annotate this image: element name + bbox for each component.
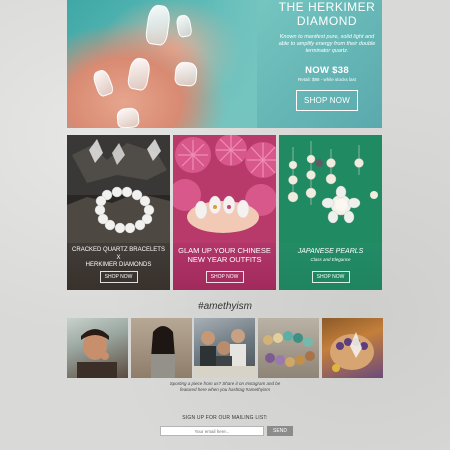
instagram-photo[interactable] bbox=[67, 318, 128, 378]
card-title-line1: GLAM UP YOUR CHINESE bbox=[178, 246, 271, 255]
hero-title-line1: THE HERKIMER bbox=[278, 0, 376, 14]
card-shop-now-button[interactable]: SHOP NOW bbox=[205, 271, 244, 283]
card-subtitle: Class and Elegance bbox=[310, 257, 351, 262]
hero-photo-hand-with-crystals bbox=[67, 0, 257, 128]
card-title-line3: HERKIMER DIAMONDS bbox=[85, 262, 152, 268]
newsletter-email-input[interactable] bbox=[160, 426, 264, 436]
promo-card-cracked-quartz[interactable]: CRACKED QUARTZ BRACELETS x HERKIMER DIAM… bbox=[67, 135, 170, 290]
hero-banner[interactable]: THE HERKIMER DIAMOND Known to manifest p… bbox=[67, 0, 382, 128]
newsletter-label: SIGN UP FOR OUR MAILING LIST: bbox=[182, 415, 268, 421]
hashtag-heading: #amethyism bbox=[198, 301, 252, 312]
card-title-line2: NEW YEAR OUTFITS bbox=[187, 255, 262, 264]
newsletter-send-button[interactable]: SEND bbox=[267, 426, 293, 436]
card-image-bracelet bbox=[67, 135, 170, 243]
card-title-line1: CRACKED QUARTZ BRACELETS bbox=[72, 247, 165, 253]
instagram-photo[interactable] bbox=[194, 318, 255, 378]
card-title: CRACKED QUARTZ BRACELETS x HERKIMER DIAM… bbox=[67, 247, 170, 270]
card-shop-now-button[interactable]: SHOP NOW bbox=[99, 271, 138, 283]
card-image-flowers-and-nails bbox=[173, 135, 276, 243]
instagram-gallery bbox=[67, 318, 383, 378]
hero-title-line2: DIAMOND bbox=[296, 14, 358, 28]
promo-card-chinese-new-year[interactable]: GLAM UP YOUR CHINESE NEW YEAR OUTFITS SH… bbox=[173, 135, 276, 290]
instagram-photo[interactable] bbox=[258, 318, 319, 378]
hero-description: Known to manifest pure, solid light and … bbox=[278, 34, 376, 54]
promo-card-japanese-pearls[interactable]: JAPANESE PEARLS Class and Elegance SHOP … bbox=[279, 135, 382, 290]
instagram-caption-line2: featured here when you hashtag #amethyis… bbox=[179, 387, 271, 392]
hero-shop-now-button[interactable]: SHOP NOW bbox=[296, 90, 358, 111]
card-image-pearl-earrings bbox=[279, 135, 382, 243]
instagram-photo[interactable] bbox=[131, 318, 192, 378]
hero-text-block: THE HERKIMER DIAMOND Known to manifest p… bbox=[272, 0, 382, 128]
card-title: GLAM UP YOUR CHINESE NEW YEAR OUTFITS bbox=[173, 246, 276, 264]
hero-price: NOW $38 bbox=[305, 65, 349, 76]
instagram-caption: Sporting a piece from us? Share it on In… bbox=[120, 381, 330, 393]
hero-title: THE HERKIMER DIAMOND bbox=[272, 0, 382, 28]
card-title-line2: x bbox=[116, 254, 121, 261]
instagram-photo[interactable] bbox=[322, 318, 383, 378]
card-title: JAPANESE PEARLS bbox=[297, 248, 364, 255]
hero-retail-note: Retail: $88 - while stocks last bbox=[297, 77, 357, 82]
card-shop-now-button[interactable]: SHOP NOW bbox=[311, 271, 350, 283]
